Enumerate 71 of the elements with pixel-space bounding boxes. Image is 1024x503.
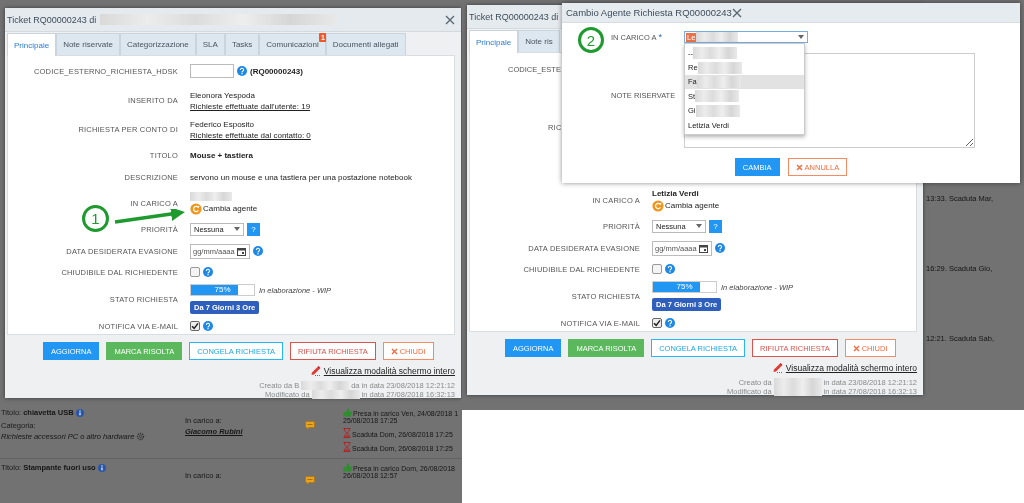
- help-icon[interactable]: [203, 267, 213, 277]
- close-icon: [795, 163, 803, 171]
- close-icon: [390, 347, 398, 355]
- description-value: servono un mouse e una tastiera per una postazione notebook: [190, 172, 412, 182]
- tab[interactable]: Principale: [469, 30, 519, 53]
- dialog-title: Ticket RQ00000243 di: [469, 11, 559, 22]
- fullscreen-link[interactable]: Visualizza modalità schermo intero: [785, 362, 917, 373]
- requests-link[interactable]: Richieste effettuate dall'utente: 19: [190, 101, 311, 111]
- checkbox[interactable]: [190, 321, 200, 331]
- progress-label: 75%: [213, 285, 232, 295]
- checkbox[interactable]: [652, 318, 662, 328]
- checkbox[interactable]: [190, 267, 200, 277]
- help-icon[interactable]: [665, 318, 675, 328]
- calendar-icon: [699, 243, 708, 253]
- help-icon[interactable]: [665, 264, 675, 274]
- help-icon[interactable]: [253, 246, 263, 256]
- close-icon[interactable]: [445, 14, 455, 25]
- change-agent-link[interactable]: Cambia agente: [652, 199, 720, 212]
- tab[interactable]: Categorizzazione: [119, 33, 196, 55]
- caret-icon: [696, 224, 702, 228]
- reference-code: (RQ00000243): [250, 66, 303, 76]
- help-icon[interactable]: [203, 321, 213, 331]
- agent-name: Letizia Verdi: [652, 188, 699, 198]
- pencil-icon: [771, 362, 783, 373]
- tab[interactable]: Note riservate: [56, 33, 120, 55]
- tab[interactable]: Principale: [7, 33, 57, 56]
- step-marker: 2: [578, 27, 604, 53]
- blurred-patch: [696, 32, 739, 42]
- fullscreen-link[interactable]: Visualizza modalità schermo intero: [323, 365, 455, 376]
- blurred-patch: [311, 390, 360, 399]
- calendar-icon: [237, 246, 246, 256]
- dialog-title: Cambio Agente Richiesta RQ00000243: [566, 7, 732, 18]
- help-icon[interactable]: [715, 243, 725, 253]
- pencil-icon: [309, 365, 321, 376]
- checkbox[interactable]: [652, 264, 662, 274]
- person-name: Eleonora Yespoda: [190, 90, 255, 100]
- tab[interactable]: Note ris: [518, 30, 560, 52]
- comment-icon[interactable]: [305, 476, 315, 485]
- refresh-icon: [190, 202, 202, 215]
- caret-icon: [798, 35, 804, 39]
- comment-icon[interactable]: [305, 421, 315, 430]
- help-icon[interactable]: [237, 66, 247, 76]
- text-field[interactable]: [190, 64, 234, 78]
- close-icon[interactable]: [731, 7, 742, 18]
- blurred-patch: [773, 387, 822, 396]
- caret-icon: [234, 227, 240, 231]
- change-agent-link[interactable]: Cambia agente: [190, 202, 258, 215]
- info-icon: [75, 408, 84, 417]
- required-mark: *: [658, 32, 662, 42]
- help-button[interactable]: ?: [709, 219, 722, 233]
- hourglass-icon: [343, 442, 351, 452]
- tab[interactable]: Documenti allegati: [325, 33, 406, 55]
- info-icon: [97, 463, 106, 472]
- pointer-arrow: [114, 209, 185, 224]
- hourglass-icon: [343, 428, 351, 438]
- gear-icon: [136, 432, 146, 441]
- close-icon: [852, 344, 860, 352]
- progress-label: 75%: [675, 282, 694, 292]
- blurred-patch: [301, 381, 350, 390]
- tab[interactable]: SLA: [195, 33, 225, 55]
- dialog-title: Ticket RQ00000243 di: [7, 14, 97, 25]
- help-button[interactable]: ?: [247, 222, 260, 236]
- blurred-patch: [190, 191, 232, 201]
- requests-link[interactable]: Richieste effettuate dal contatto: 0: [190, 130, 311, 140]
- title-value: Mouse + tastiera: [190, 150, 253, 160]
- refresh-icon: [652, 199, 664, 212]
- person-name: Federico Esposito: [190, 119, 255, 129]
- tab[interactable]: Tasks: [224, 33, 260, 55]
- thumbs-up-icon: [343, 463, 352, 472]
- thumbs-up-icon: [343, 408, 352, 417]
- blurred-patch: [773, 378, 822, 387]
